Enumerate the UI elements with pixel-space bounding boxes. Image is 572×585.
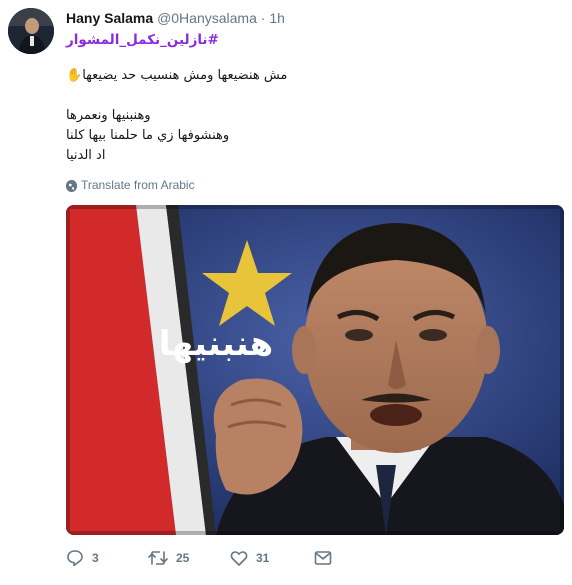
translate-link[interactable]: Translate from Arabic — [66, 177, 195, 193]
author-handle[interactable]: @0Hanysalama — [157, 10, 257, 26]
avatar-photo — [8, 8, 54, 54]
reply-icon — [67, 550, 83, 567]
reply-count: 3 — [92, 551, 99, 565]
hashtag-link[interactable]: #نازلين_نكمل_المشوار — [66, 30, 564, 50]
raised-hand-emoji: ✋ — [66, 68, 83, 83]
like-button[interactable]: 31 — [230, 549, 314, 567]
retweet-button[interactable]: 25 — [148, 549, 230, 567]
tweet-photo[interactable]: هنبنيها — [66, 205, 564, 535]
globe-icon — [66, 179, 77, 192]
tweet-line-1: مش هنضيعها ومش هنسيب حد يضيعها✋ — [66, 66, 564, 86]
envelope-icon — [314, 551, 332, 565]
photo-image: هنبنيها — [66, 205, 564, 535]
avatar[interactable] — [8, 8, 54, 54]
retweet-icon — [148, 551, 168, 565]
tweet-line-2: وهنبنيها ونعمرها — [66, 108, 151, 123]
tweet-timestamp[interactable]: 1h — [269, 10, 285, 26]
reply-button[interactable]: 3 — [66, 549, 148, 567]
photo-overlay-text: هنبنيها — [159, 324, 273, 364]
separator-dot: · — [260, 10, 266, 26]
tweet-text: #نازلين_نكمل_المشوار مش هنضيعها ومش هنسي… — [66, 28, 564, 166]
like-count: 31 — [256, 551, 270, 565]
author-name[interactable]: Hany Salama — [66, 10, 153, 26]
tweet-line-1-text: مش هنضيعها ومش هنسيب حد يضيعها — [82, 68, 288, 83]
tweet-header: Hany Salama @0Hanysalama · 1h — [66, 9, 285, 27]
retweet-count: 25 — [176, 551, 190, 565]
tweet-line-4: اد الدنيا — [66, 148, 106, 163]
tweet: Hany Salama @0Hanysalama · 1h #نازلين_نك… — [0, 0, 572, 585]
tweet-line-3: وهنشوفها زي ما حلمنا بيها كلنا — [66, 128, 230, 143]
heart-icon — [230, 551, 248, 566]
direct-message-button[interactable] — [314, 550, 332, 566]
translate-label: Translate from Arabic — [81, 178, 195, 192]
tweet-actions: 3 25 31 — [66, 548, 332, 568]
